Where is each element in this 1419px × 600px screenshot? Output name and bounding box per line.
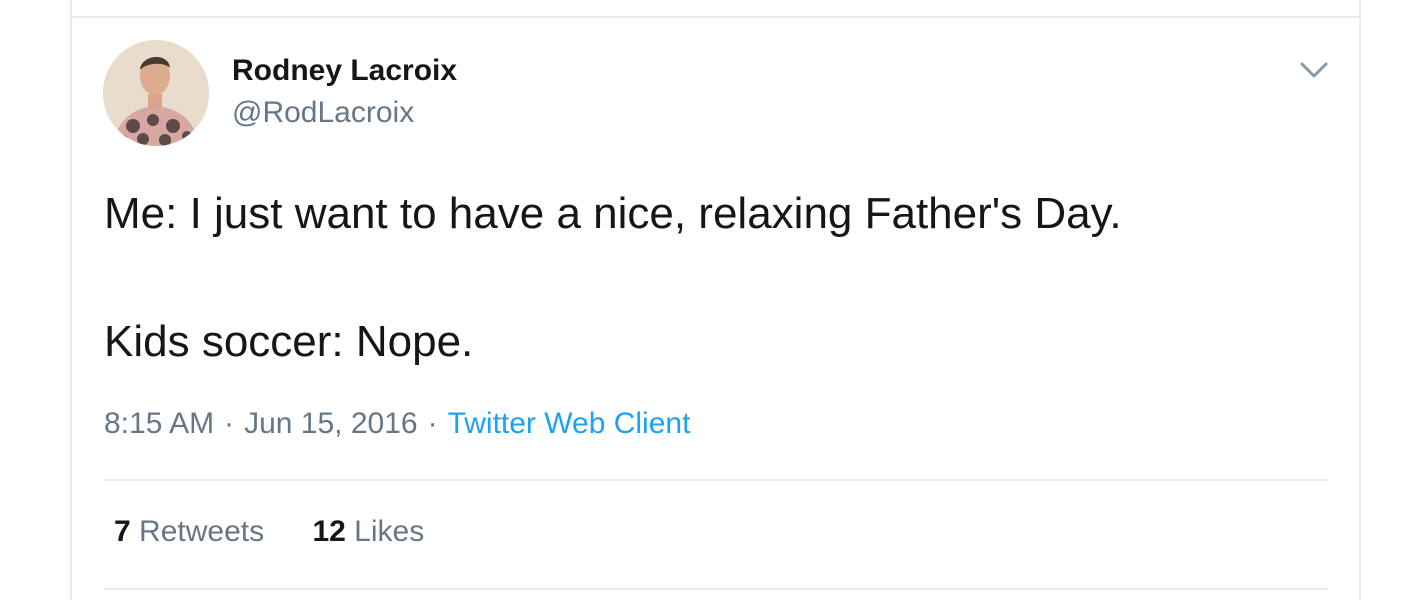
tweet-date[interactable]: Jun 15, 2016 <box>244 407 417 440</box>
metadata-separator: · <box>224 407 235 440</box>
page: Rodney Lacroix @RodLacroix Me: I just wa… <box>0 0 1419 600</box>
author-name[interactable]: Rodney Lacroix <box>232 54 457 88</box>
divider <box>104 588 1328 590</box>
retweets-stat[interactable]: 7 Retweets <box>114 515 264 549</box>
avatar[interactable] <box>103 40 209 146</box>
retweets-label: Retweets <box>139 515 265 548</box>
tweet-source-link[interactable]: Twitter Web Client <box>448 407 691 440</box>
retweets-count: 7 <box>114 515 131 548</box>
author-handle[interactable]: @RodLacroix <box>232 96 414 130</box>
card-border-right <box>1359 0 1361 600</box>
tweet-time[interactable]: 8:15 AM <box>104 407 214 440</box>
likes-stat[interactable]: 12 Likes <box>312 515 424 549</box>
tweet-text-spacer <box>104 246 1324 310</box>
divider <box>104 479 1328 481</box>
likes-count: 12 <box>312 515 346 548</box>
avatar-image <box>103 40 209 146</box>
metadata-separator: · <box>427 407 438 440</box>
chevron-down-icon <box>1300 62 1328 78</box>
tweet-menu-button[interactable] <box>1298 58 1330 82</box>
tweet-text-line: Me: I just want to have a nice, relaxing… <box>104 189 1122 238</box>
likes-label: Likes <box>354 515 425 548</box>
tweet-card: Rodney Lacroix @RodLacroix Me: I just wa… <box>72 18 1359 600</box>
tweet-text: Me: I just want to have a nice, relaxing… <box>104 182 1324 374</box>
tweet-stats: 7 Retweets 12 Likes <box>114 515 464 549</box>
tweet-text-line: Kids soccer: Nope. <box>104 317 474 366</box>
tweet-metadata: 8:15 AM · Jun 15, 2016 · Twitter Web Client <box>104 407 690 441</box>
